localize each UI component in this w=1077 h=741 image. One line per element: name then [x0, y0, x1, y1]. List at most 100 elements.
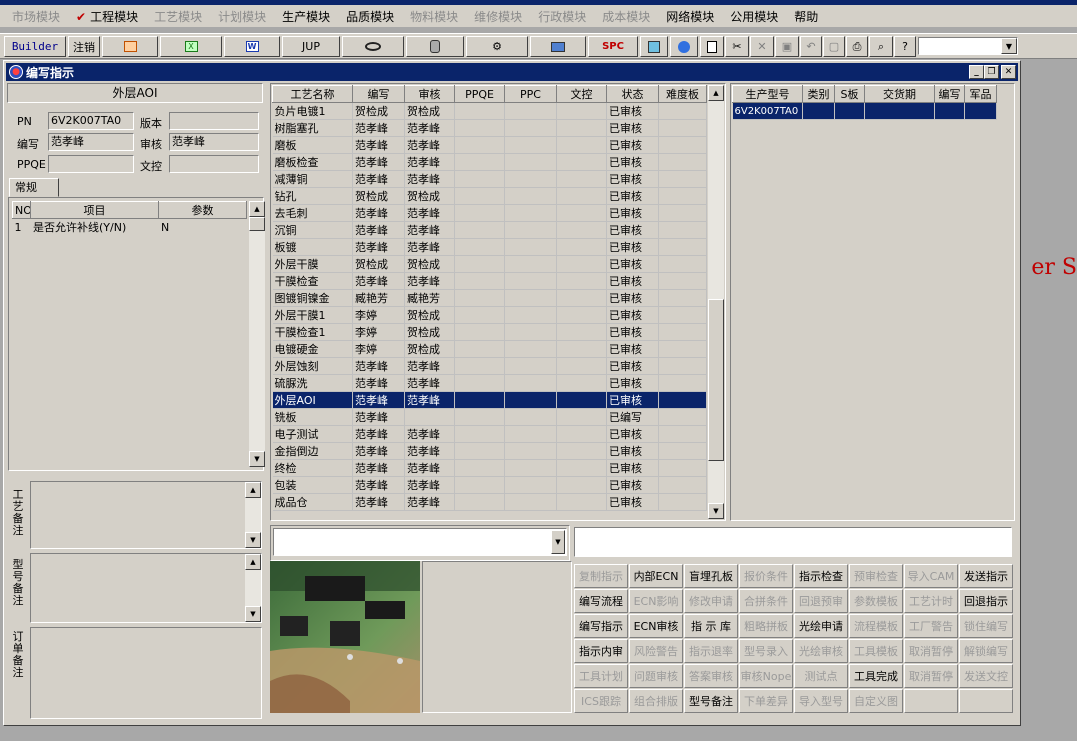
scroll-down-icon[interactable]: ▼	[245, 532, 261, 548]
process-cell[interactable]	[454, 408, 505, 426]
process-cell[interactable]: 范孝峰	[404, 170, 455, 188]
model-column-header[interactable]: 军品	[964, 85, 997, 103]
process-cell[interactable]	[658, 153, 707, 171]
find-icon[interactable]: ⌕	[869, 36, 893, 57]
process-cell[interactable]: 已审核	[606, 306, 659, 324]
action-button[interactable]: 报价条件	[739, 564, 793, 588]
process-cell[interactable]: 贺检成	[404, 187, 455, 205]
process-cell[interactable]: 李婷	[352, 323, 405, 341]
process-cell[interactable]: 范孝峰	[404, 442, 455, 460]
model-cell[interactable]	[802, 102, 835, 120]
action-button[interactable]: 编写指示	[574, 614, 628, 638]
process-row[interactable]: 外层蚀刻 范孝峰 范孝峰 已审核	[272, 357, 707, 375]
process-row[interactable]: 去毛刺 范孝峰 范孝峰 已审核	[272, 204, 707, 222]
process-cell[interactable]: 已审核	[606, 425, 659, 443]
process-cell[interactable]: 臧艳芳	[404, 289, 455, 307]
params-column-header[interactable]: NO	[12, 201, 31, 219]
menu-item[interactable]: 维修模块	[466, 8, 530, 25]
pn-field[interactable]: 6V2K007TA0	[48, 112, 134, 130]
action-button[interactable]: 锁住编写	[959, 614, 1013, 638]
process-row[interactable]: 板镀 范孝峰 范孝峰 已审核	[272, 238, 707, 256]
process-cell[interactable]	[556, 204, 607, 222]
process-cell[interactable]: 铣板	[272, 408, 353, 426]
model-note-field[interactable]: ▲ ▼	[30, 553, 262, 623]
action-button[interactable]: 修改申请	[684, 589, 738, 613]
process-cell[interactable]: 钻孔	[272, 187, 353, 205]
menu-item[interactable]: 行政模块	[530, 8, 594, 25]
restore-icon[interactable]: ❐	[984, 65, 999, 79]
process-cell[interactable]: 负片电镀1	[272, 102, 353, 120]
process-row[interactable]: 硫脲洗 范孝峰 范孝峰 已审核	[272, 374, 707, 392]
process-cell[interactable]	[658, 340, 707, 358]
scroll-up-icon[interactable]: ▲	[249, 201, 265, 217]
process-note-scrollbar[interactable]: ▲ ▼	[245, 482, 261, 548]
process-cell[interactable]: 已审核	[606, 187, 659, 205]
powerpoint-icon[interactable]	[102, 36, 158, 57]
process-cell[interactable]	[556, 391, 607, 409]
process-cell[interactable]	[556, 170, 607, 188]
process-cell[interactable]	[504, 153, 557, 171]
process-cell[interactable]	[454, 323, 505, 341]
process-row[interactable]: 磨板检查 范孝峰 范孝峰 已审核	[272, 153, 707, 171]
menu-item[interactable]: 市场模块	[4, 8, 68, 25]
params-cell-no[interactable]: 1	[12, 218, 31, 236]
menu-item[interactable]: 公用模块	[722, 8, 786, 25]
help-icon[interactable]: ?	[894, 36, 916, 57]
minimize-icon[interactable]: _	[969, 65, 984, 79]
process-cell[interactable]	[658, 102, 707, 120]
chevron-down-icon[interactable]: ▼	[551, 530, 565, 554]
process-cell[interactable]	[658, 221, 707, 239]
process-cell[interactable]	[454, 340, 505, 358]
process-cell[interactable]	[454, 272, 505, 290]
process-column-header[interactable]: 编写	[352, 85, 405, 103]
action-button[interactable]: 下单差异	[739, 689, 793, 713]
process-cell[interactable]: 贺检成	[352, 187, 405, 205]
process-row[interactable]: 电子测试 范孝峰 范孝峰 已审核	[272, 425, 707, 443]
process-cell[interactable]: 贺检成	[352, 255, 405, 273]
action-button[interactable]: ICS跟踪	[574, 689, 628, 713]
process-row[interactable]: 包装 范孝峰 范孝峰 已审核	[272, 476, 707, 494]
process-cell[interactable]	[658, 136, 707, 154]
model-cell[interactable]: 6V2K007TA0	[732, 102, 803, 120]
process-cell[interactable]	[658, 374, 707, 392]
process-cell[interactable]	[556, 238, 607, 256]
process-cell[interactable]: 范孝峰	[352, 119, 405, 137]
process-cell[interactable]: 范孝峰	[352, 408, 405, 426]
process-cell[interactable]: 金指倒边	[272, 442, 353, 460]
process-cell[interactable]: 范孝峰	[352, 459, 405, 477]
chevron-down-icon[interactable]: ▼	[1001, 38, 1017, 54]
process-cell[interactable]	[454, 476, 505, 494]
process-column-header[interactable]: PPQE	[454, 85, 505, 103]
model-cell[interactable]	[864, 102, 935, 120]
process-cell[interactable]	[504, 374, 557, 392]
process-cell[interactable]: 终检	[272, 459, 353, 477]
process-cell[interactable]	[504, 221, 557, 239]
process-cell[interactable]	[454, 425, 505, 443]
process-cell[interactable]	[454, 238, 505, 256]
action-button[interactable]: 指示内审	[574, 639, 628, 663]
process-cell[interactable]: 已审核	[606, 255, 659, 273]
process-cell[interactable]: 李婷	[352, 340, 405, 358]
scroll-up-icon[interactable]: ▲	[708, 85, 724, 101]
process-cell[interactable]: 贺检成	[404, 102, 455, 120]
process-cell[interactable]: 已审核	[606, 102, 659, 120]
process-cell[interactable]: 范孝峰	[352, 238, 405, 256]
process-cell[interactable]	[658, 476, 707, 494]
process-cell[interactable]: 范孝峰	[404, 221, 455, 239]
action-button[interactable]: 指示检查	[794, 564, 848, 588]
process-row[interactable]: 电镀硬金 李婷 贺检成 已审核	[272, 340, 707, 358]
process-cell[interactable]	[556, 442, 607, 460]
action-button[interactable]: 风险警告	[629, 639, 683, 663]
params-cell-item[interactable]: 是否允许补线(Y/N)	[30, 218, 159, 236]
instruction-text-field[interactable]	[574, 527, 1012, 557]
action-button[interactable]: 预审检查	[849, 564, 903, 588]
model-cell[interactable]	[964, 102, 997, 120]
process-cell[interactable]	[556, 255, 607, 273]
process-cell[interactable]: 包装	[272, 476, 353, 494]
process-cell[interactable]	[504, 391, 557, 409]
action-button[interactable]: 自定义图	[849, 689, 903, 713]
action-button[interactable]: 导入型号	[794, 689, 848, 713]
action-button[interactable]: ECN影响	[629, 589, 683, 613]
process-cell[interactable]: 贺检成	[404, 340, 455, 358]
scroll-thumb[interactable]	[249, 217, 265, 231]
